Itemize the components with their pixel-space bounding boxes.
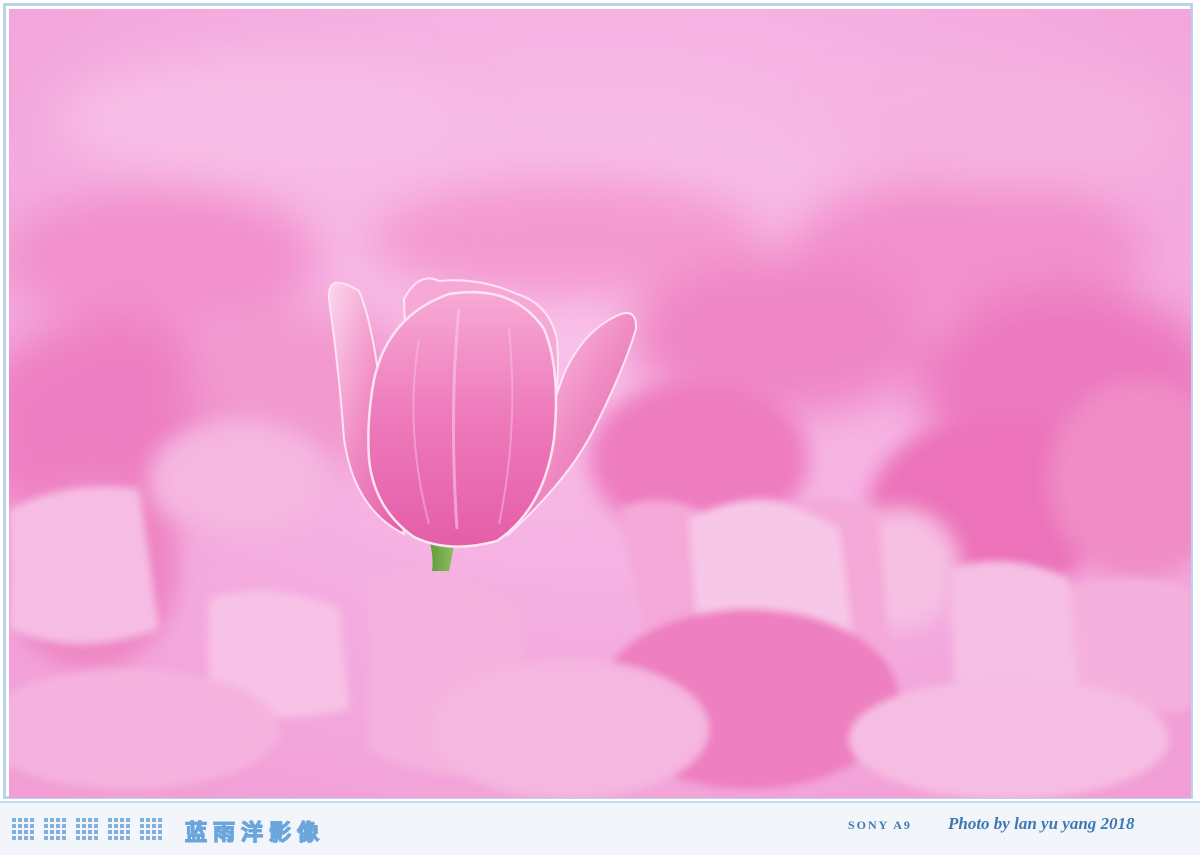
dot-pattern-icon <box>44 818 68 842</box>
photo-credit: Photo by lan yu yang 2018 <box>948 814 1135 833</box>
dot-pattern-icon <box>76 818 100 842</box>
dot-pattern-icon <box>140 818 164 842</box>
dot-pattern-icon <box>108 818 132 842</box>
tulip-photo-graphic <box>9 9 1191 798</box>
camera-model-label: SONY A9 <box>848 818 912 832</box>
photo-frame: 蓝雨洋影像 SONY A9 Photo by lan yu yang 2018 <box>0 0 1200 855</box>
tulip-petal-front <box>367 290 558 548</box>
watermark-strip: 蓝雨洋影像 SONY A9 Photo by lan yu yang 2018 <box>0 801 1200 855</box>
tulip-photo <box>9 9 1191 798</box>
dot-pattern-icon <box>12 818 36 842</box>
brand-watermark: 蓝雨洋影像 <box>184 819 326 846</box>
